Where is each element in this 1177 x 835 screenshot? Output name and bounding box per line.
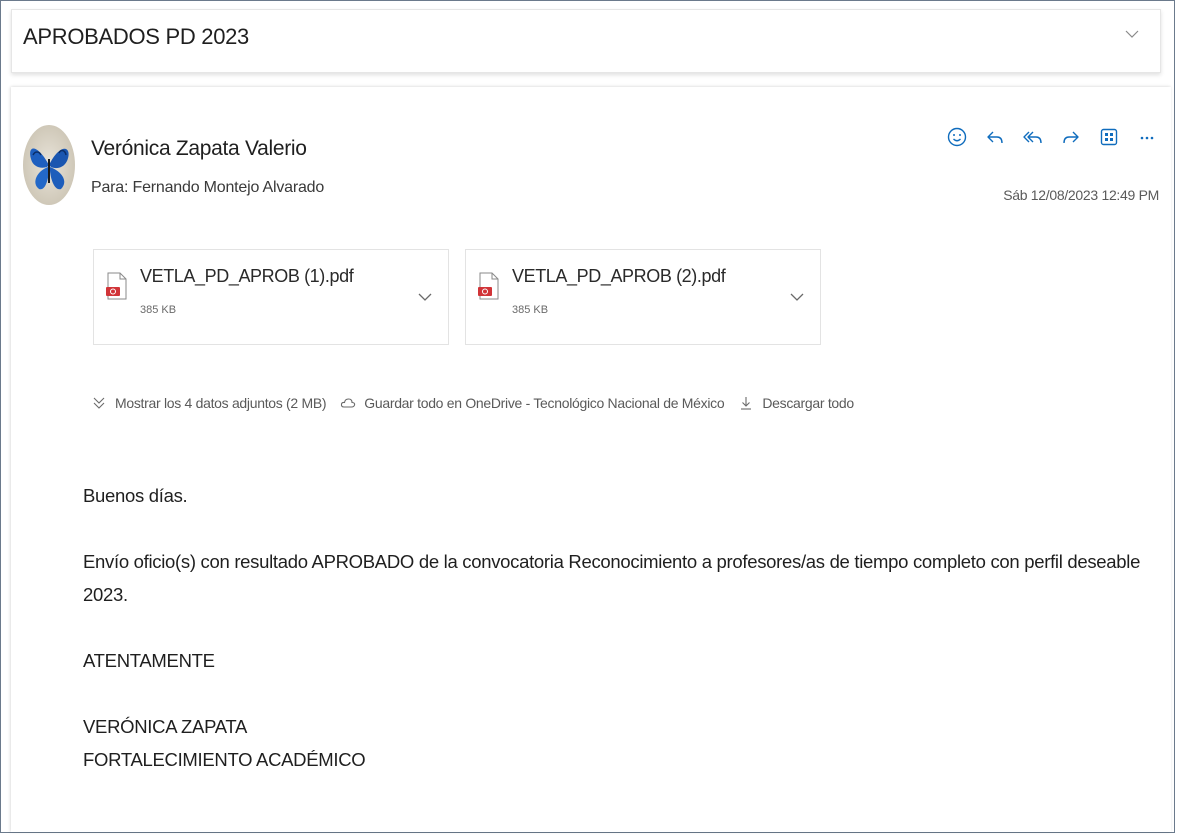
- pdf-icon: [478, 272, 500, 300]
- double-chevron-down-icon: [91, 395, 107, 411]
- chevron-down-icon[interactable]: [788, 288, 806, 306]
- chevron-down-icon[interactable]: [1122, 24, 1142, 44]
- download-all-label: Descargar todo: [762, 395, 854, 411]
- forward-icon[interactable]: [1057, 123, 1085, 151]
- more-icon[interactable]: [1133, 123, 1161, 151]
- apps-icon[interactable]: [1095, 123, 1123, 151]
- attachment-actions-bar: Mostrar los 4 datos adjuntos (2 MB) Guar…: [91, 395, 868, 411]
- cloud-icon: [340, 395, 356, 411]
- reply-icon[interactable]: [981, 123, 1009, 151]
- reply-all-icon[interactable]: [1019, 123, 1047, 151]
- message-actions: [943, 123, 1161, 151]
- attachment-size: 385 KB: [512, 304, 549, 316]
- signature-name: VERÓNICA ZAPATA: [83, 716, 248, 737]
- avatar[interactable]: [23, 125, 75, 205]
- email-reading-pane: APROBADOS PD 2023 Verónica Zapata Valeri…: [0, 0, 1175, 833]
- signature-department: FORTALECIMIENTO ACADÉMICO: [83, 749, 366, 770]
- show-all-attachments-link[interactable]: Mostrar los 4 datos adjuntos (2 MB): [91, 395, 327, 411]
- download-icon: [738, 395, 754, 411]
- attachment-size: 385 KB: [140, 304, 177, 316]
- attachment-card[interactable]: VETLA_PD_APROB (2).pdf 385 KB: [465, 249, 821, 345]
- message-body: Buenos días. Envío oficio(s) con resulta…: [83, 479, 1153, 776]
- body-paragraph: Envío oficio(s) con resultado APROBADO d…: [83, 551, 1141, 605]
- attachment-name: VETLA_PD_APROB (2).pdf: [512, 266, 726, 286]
- download-all-link[interactable]: Descargar todo: [738, 395, 854, 411]
- attachment-name: VETLA_PD_APROB (1).pdf: [140, 266, 354, 286]
- save-onedrive-label: Guardar todo en OneDrive - Tecnológico N…: [364, 395, 725, 411]
- closing: ATENTAMENTE: [83, 650, 215, 671]
- message-date: Sáb 12/08/2023 12:49 PM: [1003, 187, 1159, 203]
- pdf-icon: [106, 272, 128, 300]
- recipient-line: Para: Fernando Montejo Alvarado: [91, 179, 324, 197]
- save-to-onedrive-link[interactable]: Guardar todo en OneDrive - Tecnológico N…: [340, 395, 725, 411]
- subject-header: APROBADOS PD 2023: [11, 9, 1161, 73]
- recipient-name[interactable]: Fernando Montejo Alvarado: [133, 179, 325, 196]
- email-subject: APROBADOS PD 2023: [23, 24, 249, 49]
- chevron-down-icon[interactable]: [416, 288, 434, 306]
- to-label: Para:: [91, 179, 129, 196]
- greeting: Buenos días.: [83, 485, 188, 506]
- attachment-card[interactable]: VETLA_PD_APROB (1).pdf 385 KB: [93, 249, 449, 345]
- message-card: Verónica Zapata Valerio Para: Fernando M…: [11, 87, 1171, 832]
- show-all-label: Mostrar los 4 datos adjuntos (2 MB): [115, 395, 327, 411]
- attachment-list: VETLA_PD_APROB (1).pdf 385 KB VETLA_PD_A…: [93, 249, 821, 345]
- emoji-icon[interactable]: [943, 123, 971, 151]
- sender-name[interactable]: Verónica Zapata Valerio: [91, 137, 307, 161]
